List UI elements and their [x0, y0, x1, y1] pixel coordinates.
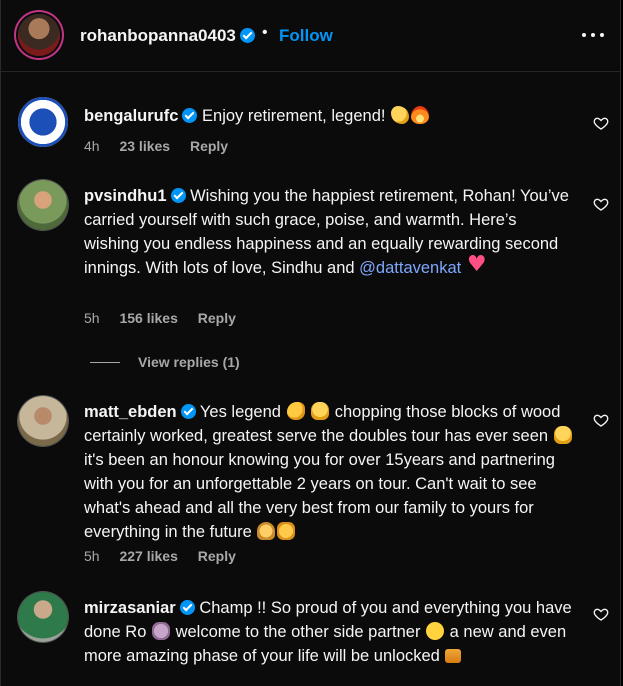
commenter-avatar[interactable]: [18, 396, 68, 446]
comment-meta: 5h 227 likes Reply: [84, 548, 252, 564]
follow-button[interactable]: Follow: [279, 26, 333, 46]
view-replies-label[interactable]: View replies (1): [138, 354, 240, 370]
like-heart-icon[interactable]: [593, 606, 609, 622]
comment-body-part-1: Yes legend: [199, 403, 281, 421]
raising-hands-icon: [311, 402, 330, 420]
verified-badge-icon: [182, 108, 198, 123]
like-heart-icon[interactable]: [593, 412, 609, 428]
comment-text: pvsindhu1 Wishing you the happiest retir…: [84, 184, 574, 280]
commenter-username[interactable]: mirzasaniar: [84, 599, 176, 617]
folded-hands-icon: [257, 522, 276, 540]
smiling-face-icon: [426, 622, 445, 640]
unlocked-icon: [445, 649, 462, 663]
commenter-avatar[interactable]: [18, 180, 68, 230]
mention-link[interactable]: @dattavenkat: [359, 259, 461, 277]
separator-dot: •: [262, 24, 268, 41]
pink-heart-icon: [467, 253, 487, 277]
comment-meta: 4h 23 likes Reply: [84, 138, 244, 154]
replies-divider-line: [90, 362, 120, 363]
commenter-username[interactable]: bengalurufc: [84, 107, 178, 125]
author-avatar[interactable]: [18, 14, 60, 56]
reply-button[interactable]: Reply: [198, 548, 236, 564]
verified-badge-icon: [179, 600, 195, 615]
verified-badge-icon: [180, 404, 196, 419]
comment-time: 5h: [84, 310, 100, 326]
fire-icon: [411, 106, 430, 124]
comment-text: mirzasaniar Champ !! So proud of you and…: [84, 596, 574, 668]
raising-hands-icon: [553, 426, 572, 444]
verified-badge-icon: [170, 188, 186, 203]
comment-text: matt_ebden Yes legend chopping those blo…: [84, 400, 574, 544]
comments-panel: rohanbopanna0403 • Follow bengalurufc En…: [0, 0, 621, 686]
flexed-biceps-icon: [286, 402, 305, 420]
commenter-avatar[interactable]: [18, 592, 68, 642]
oncoming-fist-icon: [277, 522, 296, 540]
like-count[interactable]: 23 likes: [119, 138, 170, 154]
commenter-username[interactable]: matt_ebden: [84, 403, 177, 421]
clapping-hands-icon: [391, 106, 410, 124]
comment-meta: 5h 156 likes Reply: [84, 310, 252, 326]
comment-body-part-2: welcome to the other side partner: [175, 623, 421, 641]
like-heart-icon[interactable]: [593, 196, 609, 212]
comment-time: 5h: [84, 548, 100, 564]
view-replies-button[interactable]: View replies (1): [90, 354, 240, 370]
comment-time: 4h: [84, 138, 100, 154]
like-heart-icon[interactable]: [593, 115, 609, 131]
more-options-icon[interactable]: [582, 33, 604, 39]
like-count[interactable]: 227 likes: [119, 548, 177, 564]
commenter-avatar[interactable]: [18, 97, 68, 147]
post-header: rohanbopanna0403 • Follow: [1, 0, 620, 72]
like-count[interactable]: 156 likes: [119, 310, 177, 326]
commenter-username[interactable]: pvsindhu1: [84, 187, 167, 205]
reply-button[interactable]: Reply: [190, 138, 228, 154]
author-username[interactable]: rohanbopanna0403: [80, 26, 255, 46]
waving-hand-icon: [151, 622, 170, 640]
comment-body-part-3: it's been an honour knowing you for over…: [84, 451, 555, 541]
comment-text: bengalurufc Enjoy retirement, legend!: [84, 104, 574, 128]
author-username-text[interactable]: rohanbopanna0403: [80, 26, 236, 45]
verified-badge-icon: [239, 28, 255, 43]
reply-button[interactable]: Reply: [198, 310, 236, 326]
comment-body: Enjoy retirement, legend!: [202, 107, 386, 125]
